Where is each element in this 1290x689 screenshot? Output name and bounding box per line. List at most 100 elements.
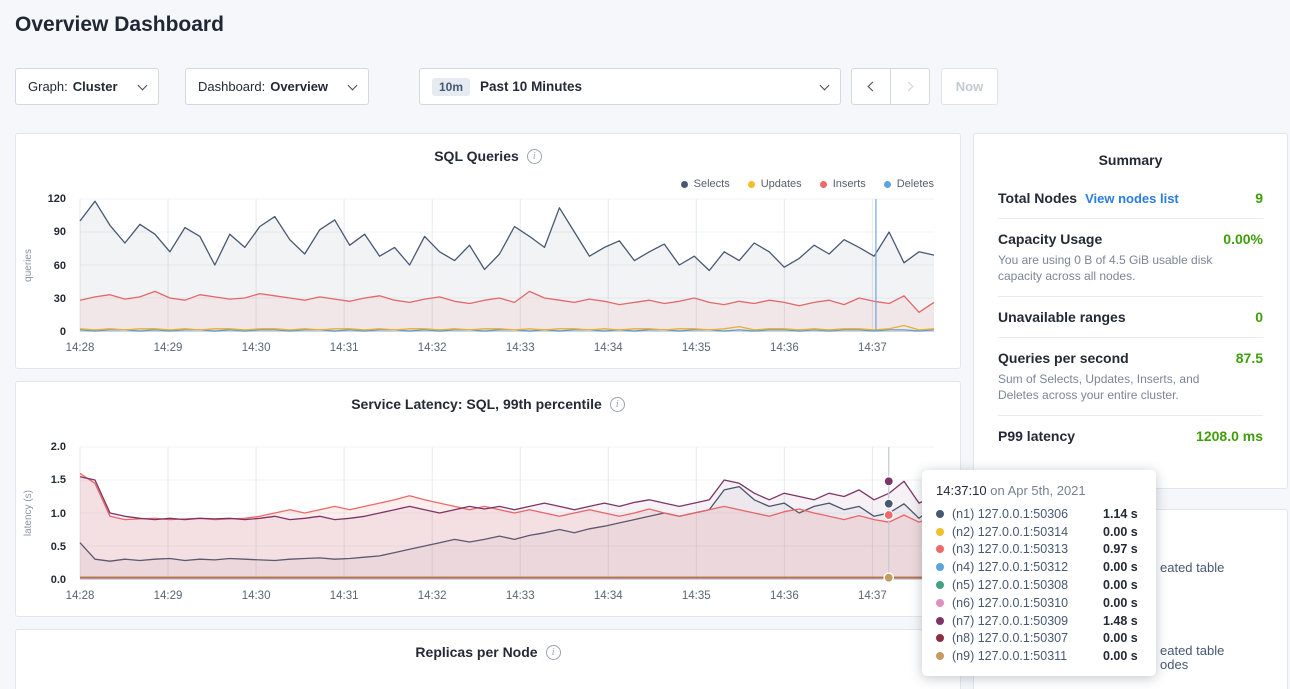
chevron-right-icon: [904, 82, 914, 92]
info-icon[interactable]: [610, 397, 625, 412]
summary-row-description: You are using 0 B of 4.5 GiB usable disk…: [998, 252, 1263, 284]
y-tick-label: 0.0: [51, 574, 66, 586]
tooltip-node-label: (n4) 127.0.0.1:50312: [952, 560, 1103, 574]
tooltip-node-row: (n8) 127.0.0.1:503070.00 s: [936, 630, 1142, 648]
summary-row-value: 1208.0 ms: [1196, 428, 1263, 444]
chart-plot-area[interactable]: [80, 199, 934, 332]
legend-dot: [884, 181, 891, 188]
time-range-dropdown[interactable]: 10m Past 10 Minutes: [419, 68, 841, 105]
y-tick-label: 1.0: [51, 508, 66, 520]
tooltip-node-label: (n5) 127.0.0.1:50308: [952, 578, 1103, 592]
chart-title-row: Replicas per Node: [16, 644, 960, 660]
x-tick-label: 14:30: [242, 590, 271, 602]
chevron-down-icon: [820, 80, 830, 90]
event-text-fragment: eated table: [1160, 643, 1224, 658]
summary-row-value: 0.00%: [1223, 231, 1263, 247]
summary-row-label: P99 latency: [998, 428, 1075, 444]
tooltip-node-row: (n3) 127.0.0.1:503130.97 s: [936, 541, 1142, 559]
chart-tooltip: 14:37:10 on Apr 5th, 2021 (n1) 127.0.0.1…: [922, 470, 1156, 676]
tooltip-node-value: 0.00 s: [1103, 596, 1138, 610]
legend-label: Selects: [694, 178, 730, 190]
tooltip-node-row: (n6) 127.0.0.1:503100.00 s: [936, 594, 1142, 612]
legend-dot: [681, 181, 688, 188]
dashboard-dropdown-value: Overview: [270, 79, 328, 94]
dashboard-dropdown-label: Dashboard:: [198, 79, 265, 94]
tooltip-node-label: (n1) 127.0.0.1:50306: [952, 507, 1103, 521]
event-text-fragment: odes: [1160, 657, 1188, 672]
tooltip-rows: (n1) 127.0.0.1:503061.14 s(n2) 127.0.0.1…: [936, 505, 1142, 665]
time-next-button[interactable]: [890, 68, 930, 105]
tooltip-node-row: (n5) 127.0.0.1:503080.00 s: [936, 576, 1142, 594]
legend-item-selects: Selects: [681, 178, 730, 190]
x-tick-label: 14:28: [66, 590, 95, 602]
service-latency-chart: Service Latency: SQL, 99th percentile la…: [15, 381, 961, 617]
tooltip-node-label: (n3) 127.0.0.1:50313: [952, 542, 1103, 556]
chart-title-row: SQL Queries: [16, 148, 960, 164]
sql-queries-chart: SQL Queries SelectsUpdatesInsertsDeletes…: [15, 133, 961, 369]
node-color-dot: [936, 634, 944, 642]
legend-dot: [820, 181, 827, 188]
tooltip-node-row: (n7) 127.0.0.1:503091.48 s: [936, 612, 1142, 630]
time-range-badge: 10m: [432, 78, 470, 96]
legend-item-updates: Updates: [748, 178, 802, 190]
now-button[interactable]: Now: [941, 68, 998, 105]
tooltip-node-value: 0.00 s: [1103, 578, 1138, 592]
summary-row-description: Sum of Selects, Updates, Inserts, and De…: [998, 371, 1263, 403]
node-color-dot: [936, 528, 944, 536]
x-tick-label: 14:37: [858, 590, 887, 602]
node-color-dot: [936, 545, 944, 553]
summary-row-label: Queries per second: [998, 350, 1129, 366]
legend-item-inserts: Inserts: [820, 178, 866, 190]
summary-row-value: 87.5: [1236, 350, 1263, 366]
x-tick-label: 14:35: [682, 342, 711, 354]
tooltip-date: on Apr 5th, 2021: [990, 483, 1085, 498]
summary-row-total-nodes: Total Nodes View nodes list 9: [998, 178, 1263, 219]
summary-row-queries-per-second: Queries per second 87.5 Sum of Selects, …: [998, 338, 1263, 416]
info-icon[interactable]: [527, 149, 542, 164]
node-color-dot: [936, 652, 944, 660]
x-tick-label: 14:30: [242, 342, 271, 354]
x-tick-label: 14:29: [154, 342, 183, 354]
summary-row-capacity-usage: Capacity Usage 0.00% You are using 0 B o…: [998, 219, 1263, 297]
x-tick-label: 14:34: [594, 590, 623, 602]
legend-label: Updates: [761, 178, 802, 190]
event-text-fragment: eated table: [1160, 560, 1224, 575]
tooltip-node-row: (n9) 127.0.0.1:503110.00 s: [936, 647, 1142, 665]
tooltip-timestamp: 14:37:10 on Apr 5th, 2021: [936, 483, 1142, 498]
summary-row-label: Capacity Usage: [998, 231, 1102, 247]
y-tick-label: 90: [54, 226, 66, 238]
x-tick-label: 14:36: [770, 590, 799, 602]
graph-dropdown[interactable]: Graph: Cluster: [15, 68, 159, 105]
x-tick-label: 14:36: [770, 342, 799, 354]
tooltip-time: 14:37:10: [936, 483, 987, 498]
node-color-dot: [936, 599, 944, 607]
chart-plot-area[interactable]: [80, 447, 934, 580]
tooltip-node-label: (n9) 127.0.0.1:50311: [952, 649, 1103, 663]
node-color-dot: [936, 581, 944, 589]
y-tick-label: 0: [60, 326, 66, 338]
x-tick-label: 14:37: [858, 342, 887, 354]
chart-title: Service Latency: SQL, 99th percentile: [351, 396, 602, 412]
overview-dashboard-page: Overview Dashboard Graph: Cluster Dashbo…: [0, 0, 1290, 689]
x-tick-label: 14:35: [682, 590, 711, 602]
y-tick-label: 30: [54, 293, 66, 305]
summary-panel: Summary Total Nodes View nodes list 9 Ca…: [973, 133, 1288, 489]
summary-row-p99-latency: P99 latency 1208.0 ms: [998, 416, 1263, 456]
x-tick-label: 14:34: [594, 342, 623, 354]
x-tick-label: 14:28: [66, 342, 95, 354]
y-tick-label: 120: [48, 193, 66, 205]
graph-dropdown-value: Cluster: [73, 79, 118, 94]
time-range-value: Past 10 Minutes: [480, 79, 582, 94]
tooltip-node-label: (n6) 127.0.0.1:50310: [952, 596, 1103, 610]
info-icon[interactable]: [546, 645, 561, 660]
dashboard-dropdown[interactable]: Dashboard: Overview: [185, 68, 369, 105]
tooltip-node-label: (n8) 127.0.0.1:50307: [952, 631, 1103, 645]
time-prev-button[interactable]: [851, 68, 891, 105]
y-axis: 0.00.51.01.52.0: [16, 447, 72, 580]
view-nodes-list-link[interactable]: View nodes list: [1085, 191, 1179, 206]
chart-title: Replicas per Node: [415, 644, 537, 660]
chevron-down-icon: [348, 80, 358, 90]
summary-row-label: Unavailable ranges: [998, 309, 1126, 325]
graph-dropdown-label: Graph:: [28, 79, 68, 94]
node-color-dot: [936, 617, 944, 625]
